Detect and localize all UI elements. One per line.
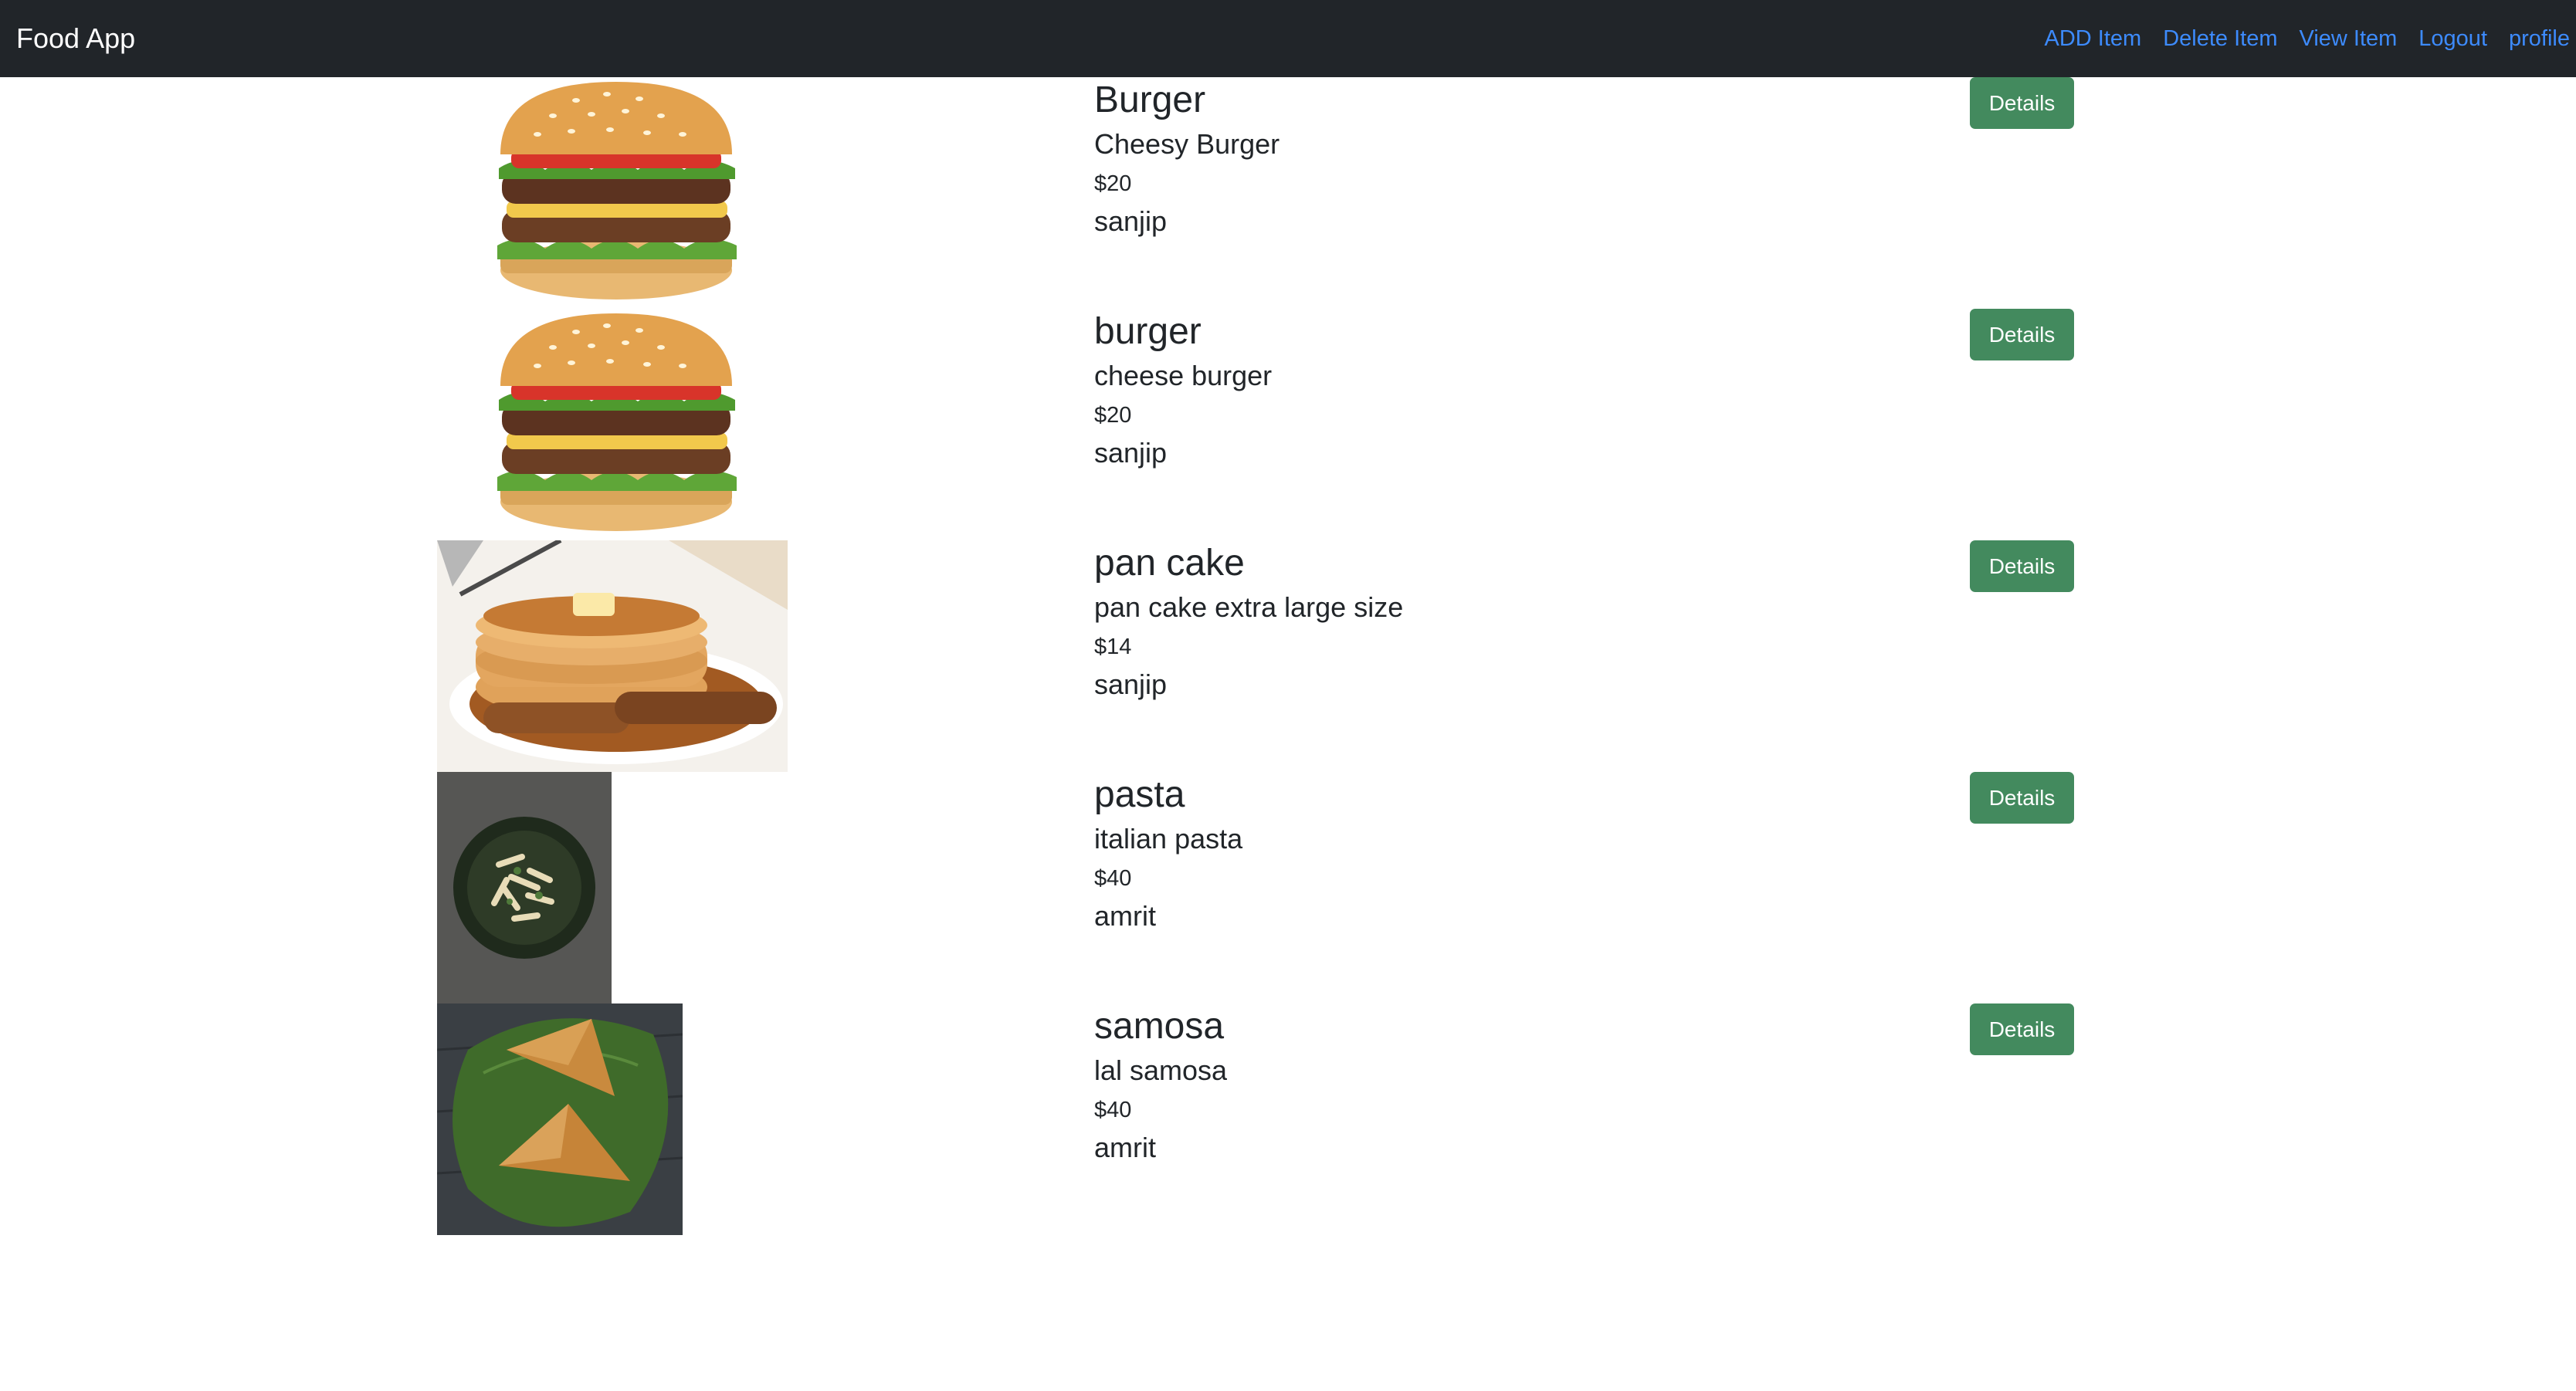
item-owner: amrit bbox=[1094, 900, 1156, 932]
nav-link-view-item[interactable]: View Item bbox=[2300, 23, 2398, 54]
item-title: samosa bbox=[1094, 1006, 1225, 1047]
burger-image bbox=[437, 77, 761, 309]
nav-link-logout[interactable]: Logout bbox=[2418, 23, 2487, 54]
item-owner: sanjip bbox=[1094, 437, 1168, 469]
item-info: Burger Cheesy Burger $20 sanjip bbox=[1094, 77, 1944, 239]
burger-image bbox=[437, 309, 761, 540]
item-price: $14 bbox=[1094, 635, 1132, 659]
pancake-image bbox=[437, 540, 788, 772]
item-owner: sanjip bbox=[1094, 668, 1168, 700]
navbar: Food App ADD Item Delete Item View Item … bbox=[0, 0, 2576, 77]
food-item: pasta italian pasta $40 amrit Details bbox=[0, 772, 2576, 1003]
nav-link-profile[interactable]: profile bbox=[2509, 23, 2570, 54]
item-info: samosa lal samosa $40 amrit bbox=[1094, 1003, 1944, 1166]
details-button[interactable]: Details bbox=[1970, 772, 2074, 824]
item-info: pan cake pan cake extra large size $14 s… bbox=[1094, 540, 1944, 702]
item-price: $40 bbox=[1094, 1098, 1132, 1122]
item-price: $40 bbox=[1094, 866, 1132, 891]
food-item: burger cheese burger $20 sanjip Details bbox=[0, 309, 2576, 540]
details-button[interactable]: Details bbox=[1970, 77, 2074, 129]
details-button[interactable]: Details bbox=[1970, 1003, 2074, 1055]
item-info: pasta italian pasta $40 amrit bbox=[1094, 772, 1944, 934]
samosa-image bbox=[437, 1003, 683, 1235]
food-item: Burger Cheesy Burger $20 sanjip Details bbox=[0, 77, 2576, 309]
food-item: pan cake pan cake extra large size $14 s… bbox=[0, 540, 2576, 772]
item-description: cheese burger bbox=[1094, 360, 1273, 391]
pasta-image bbox=[437, 772, 612, 1003]
nav-links: ADD Item Delete Item View Item Logout pr… bbox=[2023, 23, 2570, 54]
item-owner: sanjip bbox=[1094, 205, 1168, 237]
item-info: burger cheese burger $20 sanjip bbox=[1094, 309, 1944, 471]
details-button[interactable]: Details bbox=[1970, 309, 2074, 360]
item-owner: amrit bbox=[1094, 1132, 1156, 1163]
nav-link-add-item[interactable]: ADD Item bbox=[2045, 23, 2142, 54]
item-price: $20 bbox=[1094, 403, 1132, 428]
food-item: samosa lal samosa $40 amrit Details bbox=[0, 1003, 2576, 1235]
item-title: burger bbox=[1094, 311, 1202, 352]
brand-logo[interactable]: Food App bbox=[16, 22, 135, 56]
item-description: pan cake extra large size bbox=[1094, 591, 1404, 623]
item-title: Burger bbox=[1094, 80, 1206, 120]
item-description: italian pasta bbox=[1094, 823, 1243, 855]
details-button[interactable]: Details bbox=[1970, 540, 2074, 592]
item-title: pasta bbox=[1094, 774, 1185, 815]
item-title: pan cake bbox=[1094, 543, 1245, 584]
item-price: $20 bbox=[1094, 171, 1132, 196]
item-description: Cheesy Burger bbox=[1094, 128, 1280, 160]
item-description: lal samosa bbox=[1094, 1054, 1228, 1086]
nav-link-delete-item[interactable]: Delete Item bbox=[2163, 23, 2277, 54]
